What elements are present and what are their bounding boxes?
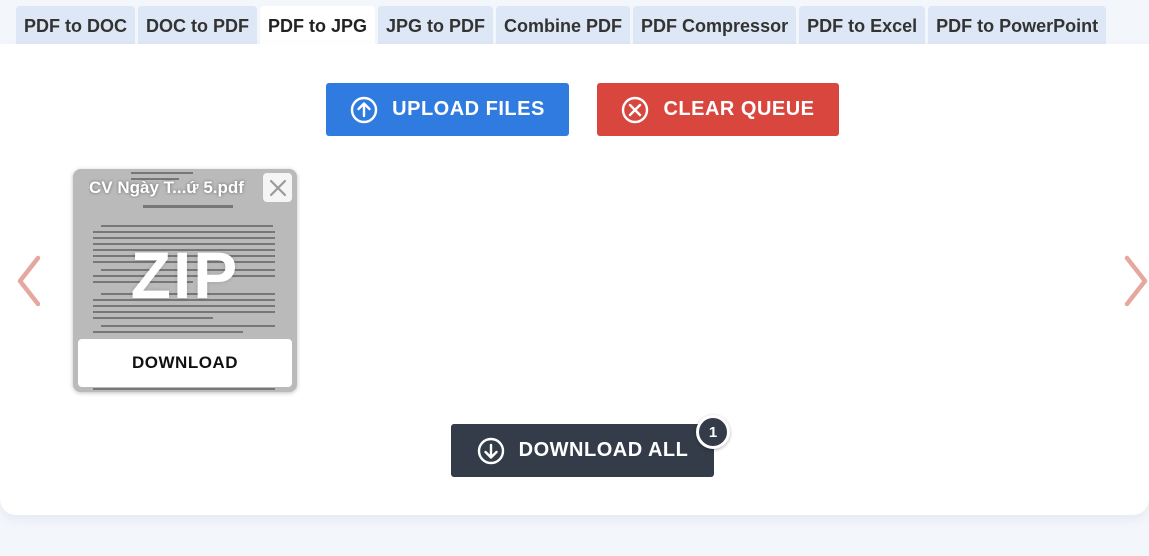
carousel-prev-button[interactable] xyxy=(12,254,48,308)
tab-doc-to-pdf[interactable]: DOC to PDF xyxy=(138,6,257,46)
file-name: CV Ngày T...ứ 5.pdf xyxy=(89,178,244,197)
file-card: CV Ngày T...ứ 5.pdf ZIP DOWNLOAD xyxy=(73,169,297,392)
close-icon xyxy=(269,179,286,196)
carousel-next-button[interactable] xyxy=(1117,254,1149,308)
tab-pdf-to-excel[interactable]: PDF to Excel xyxy=(799,6,926,46)
converter-panel: UPLOAD FILES CLEAR QUEUE CV Ngày T...ứ 5… xyxy=(0,44,1149,515)
download-all-button[interactable]: DOWNLOAD ALL xyxy=(451,424,714,477)
upload-files-button[interactable]: UPLOAD FILES xyxy=(326,83,569,136)
tool-tabs: PDF to DOC DOC to PDF PDF to JPG JPG to … xyxy=(16,6,1107,46)
remove-file-button[interactable] xyxy=(263,173,292,202)
tab-pdf-to-jpg[interactable]: PDF to JPG xyxy=(260,6,376,46)
zip-label: ZIP xyxy=(130,238,240,312)
upload-files-label: UPLOAD FILES xyxy=(392,98,545,120)
chevron-right-icon xyxy=(1124,255,1148,307)
tab-pdf-compressor[interactable]: PDF Compressor xyxy=(633,6,797,46)
arrow-up-circle-icon xyxy=(350,96,378,123)
x-circle-icon xyxy=(622,96,649,123)
tab-pdf-to-powerpoint[interactable]: PDF to PowerPoint xyxy=(928,6,1107,46)
clear-queue-button[interactable]: CLEAR QUEUE xyxy=(597,83,839,136)
tab-combine-pdf[interactable]: Combine PDF xyxy=(496,6,631,46)
file-count-badge: 1 xyxy=(696,415,730,449)
tab-jpg-to-pdf[interactable]: JPG to PDF xyxy=(378,6,494,46)
clear-queue-label: CLEAR QUEUE xyxy=(663,98,815,120)
arrow-down-circle-icon xyxy=(477,437,504,464)
download-all-label: DOWNLOAD ALL xyxy=(518,439,689,461)
tab-pdf-to-doc[interactable]: PDF to DOC xyxy=(16,6,135,46)
file-download-button[interactable]: DOWNLOAD xyxy=(78,339,292,387)
chevron-left-icon xyxy=(17,255,41,307)
